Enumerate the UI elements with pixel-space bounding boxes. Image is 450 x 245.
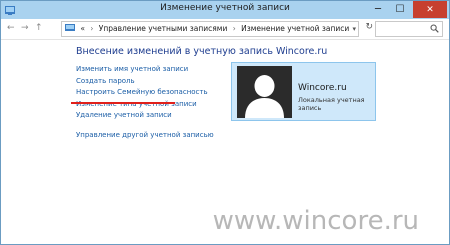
- link-delete-account[interactable]: Удаление учетной записи: [76, 110, 214, 122]
- search-input[interactable]: [375, 21, 443, 37]
- breadcrumb-separator-icon[interactable]: ›: [233, 24, 236, 33]
- control-panel-small-icon: [65, 24, 75, 31]
- minimize-button[interactable]: ─: [367, 1, 389, 18]
- account-name: Wincore.ru: [298, 83, 347, 93]
- address-field[interactable]: « › Управление учетными записями › Измен…: [61, 21, 359, 37]
- breadcrumb-overflow[interactable]: «: [80, 24, 85, 33]
- link-create-password[interactable]: Создать пароль: [76, 76, 214, 88]
- back-button[interactable]: ←: [7, 23, 15, 33]
- breadcrumb-user-accounts[interactable]: Управление учетными записями: [99, 24, 228, 33]
- link-change-name[interactable]: Изменить имя учетной записи: [76, 64, 214, 76]
- site-watermark: www.wincore.ru: [212, 206, 419, 236]
- search-icon[interactable]: [430, 24, 439, 33]
- title-bar: Изменение учетной записи ─ ☐ ✕: [1, 1, 449, 19]
- main-content: Внесение изменений в учетную запись Winc…: [1, 40, 449, 244]
- up-button[interactable]: ↑: [35, 23, 43, 33]
- close-button[interactable]: ✕: [413, 1, 447, 18]
- page-heading: Внесение изменений в учетную запись Winc…: [76, 46, 328, 57]
- address-bar: ← → ↑ « › Управление учетными записями ›…: [1, 19, 449, 40]
- highlight-underline: [71, 102, 175, 104]
- account-type: Локальная учетная запись: [298, 96, 365, 112]
- breadcrumb-separator-icon[interactable]: ›: [90, 24, 93, 33]
- account-card: Wincore.ru Локальная учетная запись: [231, 62, 376, 121]
- link-change-account-type[interactable]: Изменение типа учетной записи: [76, 99, 214, 111]
- link-manage-other-account[interactable]: Управление другой учетной записью: [76, 130, 214, 142]
- user-avatar-icon: [237, 66, 292, 118]
- link-family-safety[interactable]: Настроить Семейную безопасность: [76, 87, 214, 99]
- forward-button[interactable]: →: [21, 23, 29, 33]
- breadcrumb-change-account[interactable]: Изменение учетной записи: [241, 24, 349, 33]
- maximize-button[interactable]: ☐: [389, 1, 411, 18]
- control-panel-window: Изменение учетной записи ─ ☐ ✕ ← → ↑ « ›…: [0, 0, 450, 245]
- address-dropdown-icon[interactable]: ▾: [352, 22, 356, 36]
- refresh-icon[interactable]: ↻: [365, 22, 373, 32]
